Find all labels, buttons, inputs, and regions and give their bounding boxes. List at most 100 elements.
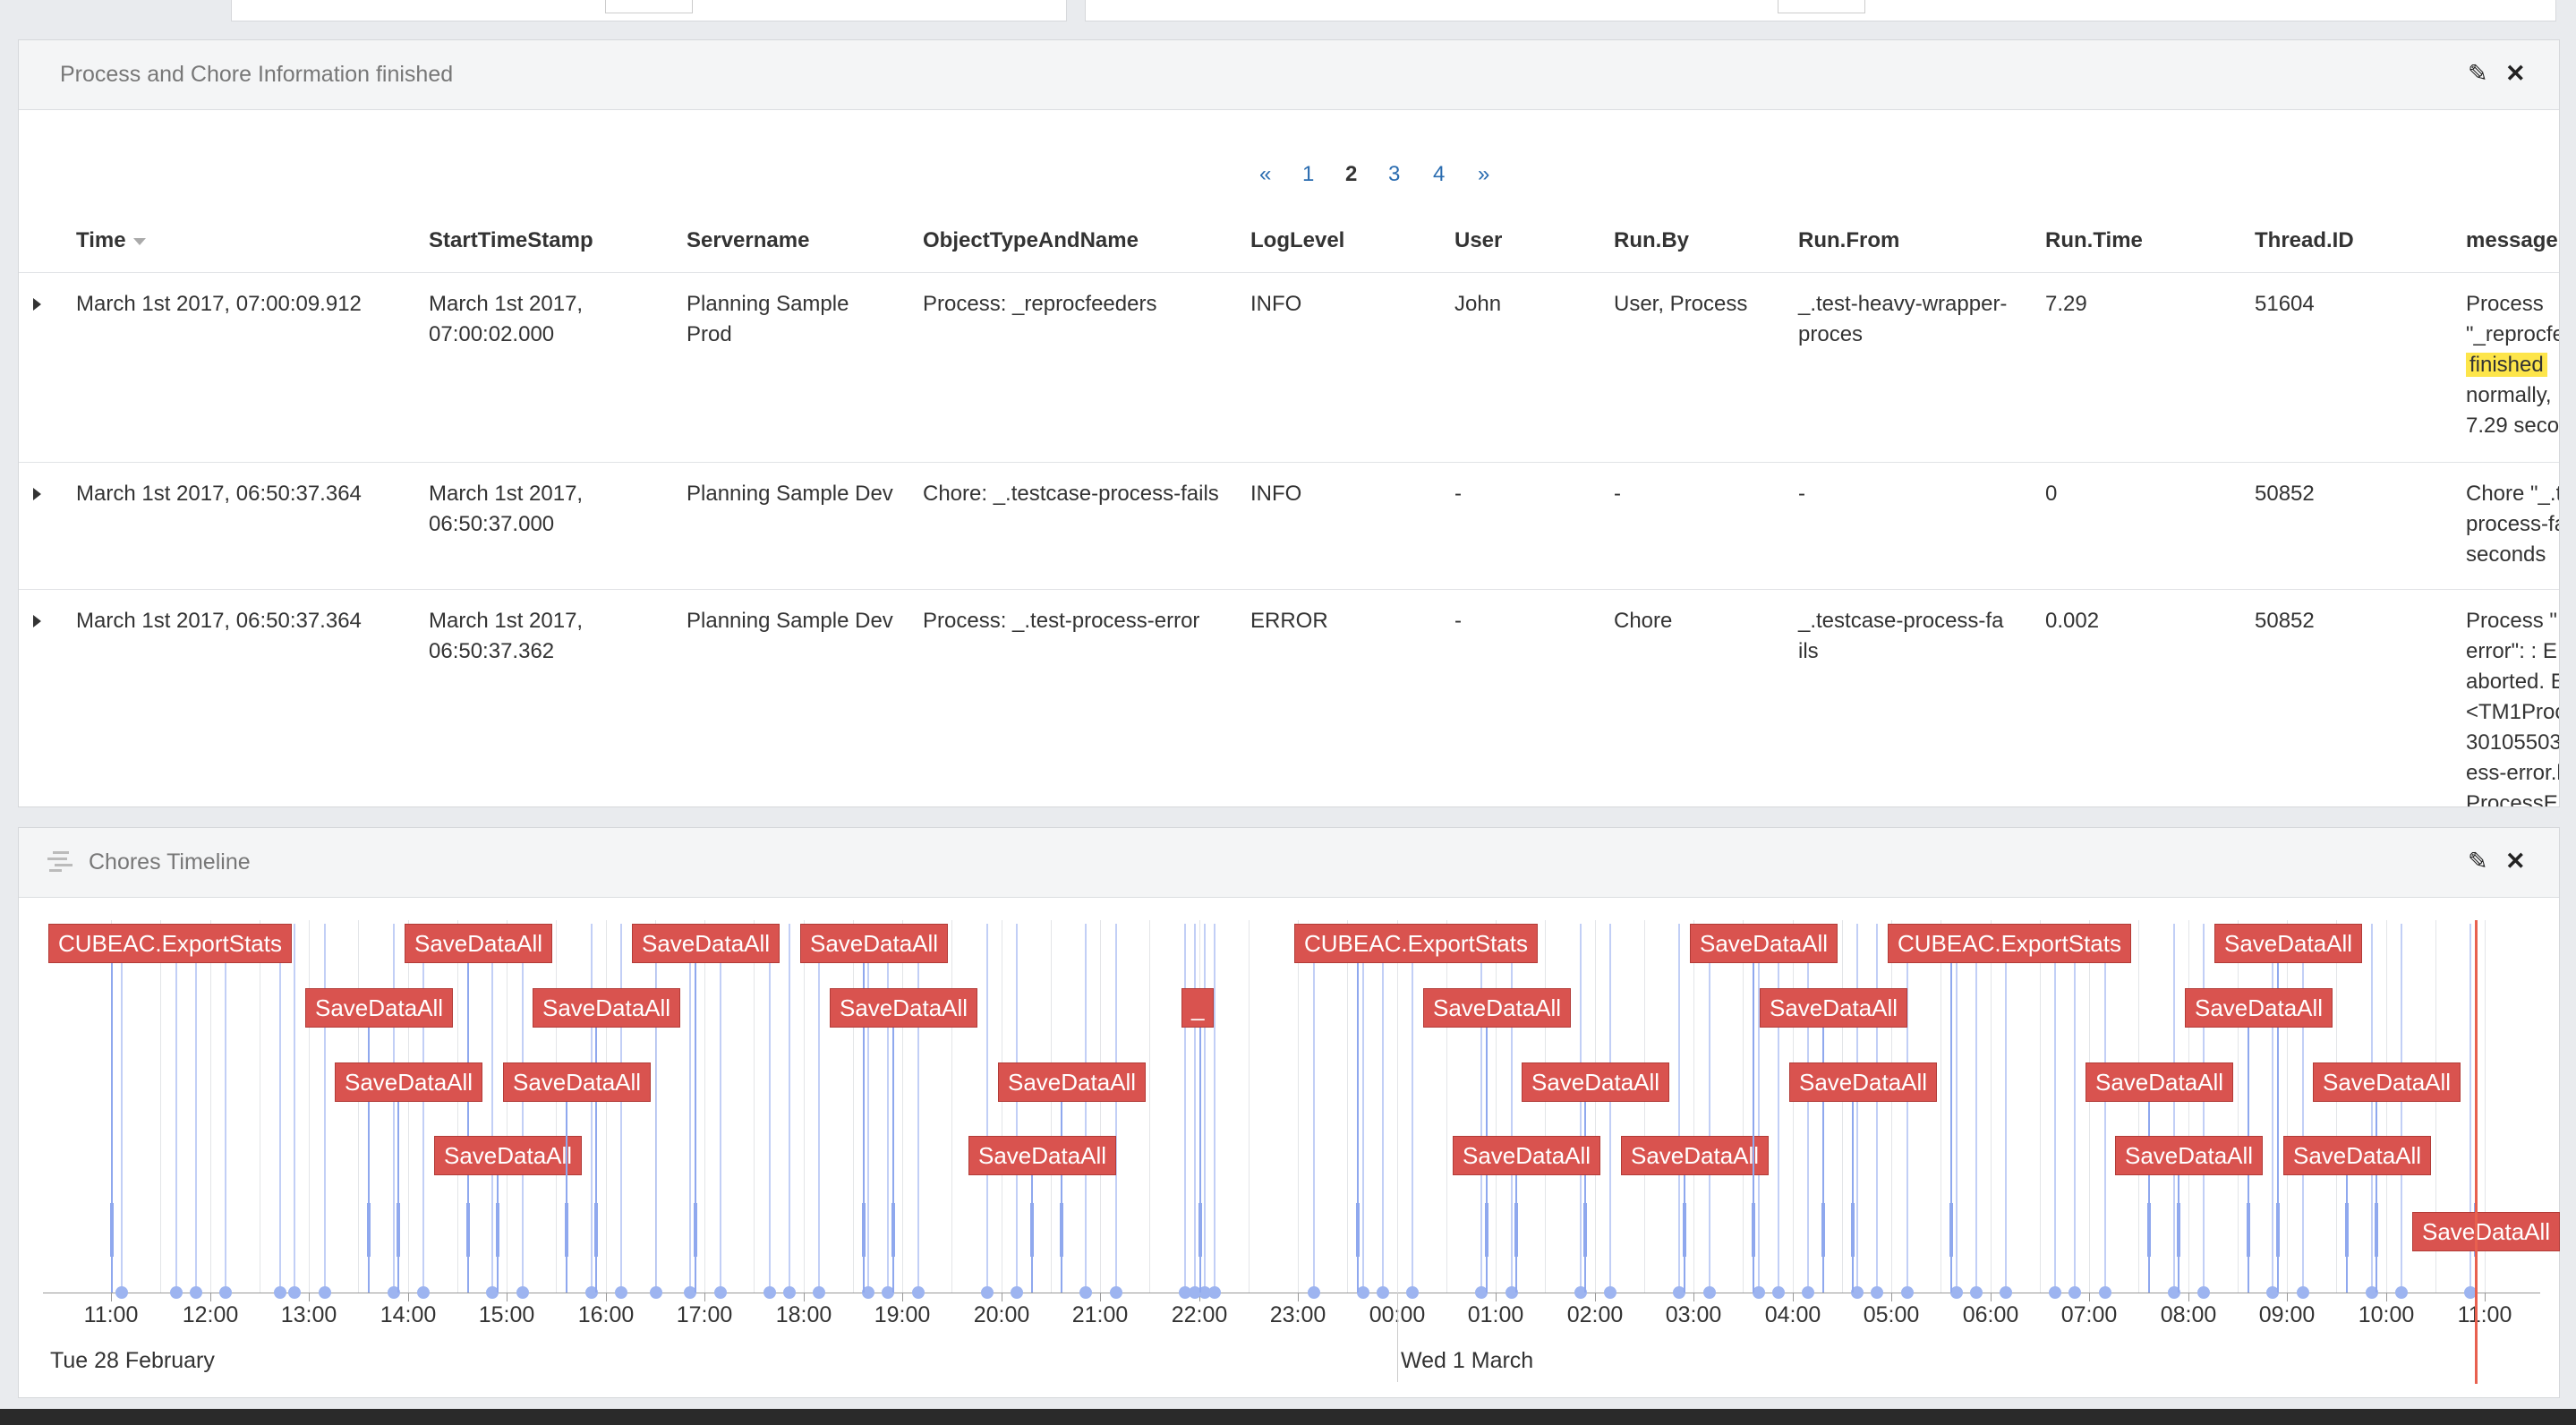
cell-threadid: 50852	[2255, 606, 2315, 636]
cell-loglevel-line: ERROR	[1250, 609, 1328, 633]
bottom-bar	[0, 1409, 2576, 1425]
cell-message-line: aborted. E	[2466, 670, 2560, 694]
column-header[interactable]: Time	[76, 228, 146, 253]
cell-runfrom: _.testcase-process-fa ils	[1798, 606, 2003, 667]
cell-starttimestamp-line: March 1st 2017,	[429, 292, 584, 316]
cell-runby-line: -	[1614, 482, 1621, 506]
column-header[interactable]: Run.By	[1614, 228, 1689, 253]
edit-icon[interactable]: ✎	[2468, 60, 2488, 87]
collapse-icon[interactable]	[605, 0, 693, 13]
cell-servername: Planning Sample Dev	[687, 606, 893, 636]
cell-object-line: Process: _reprocfeeders	[923, 292, 1157, 316]
cell-message: Process "_reprocfe finished normally, 7.29 s…	[2466, 289, 2560, 441]
cell-time: March 1st 2017, 06:50:37.364	[76, 479, 362, 509]
cell-servername-line: Prod	[687, 322, 732, 346]
cell-time: March 1st 2017, 06:50:37.364	[76, 606, 362, 636]
cell-runtime: 7.29	[2045, 289, 2087, 320]
row-divider	[19, 462, 2559, 463]
column-header[interactable]: StartTimeStamp	[429, 228, 593, 253]
cell-servername-line: Planning Sample Dev	[687, 482, 893, 506]
cell-threadid: 51604	[2255, 289, 2315, 320]
column-header[interactable]: Thread.ID	[2255, 228, 2354, 253]
cell-object-line: Process: _.test-process-error	[923, 609, 1200, 633]
cell-object: Process: _reprocfeeders	[923, 289, 1156, 320]
cell-servername: Planning Sample Prod	[687, 289, 849, 350]
row-divider	[19, 589, 2559, 590]
column-header[interactable]: User	[1454, 228, 1502, 253]
cell-message-line: seconds	[2466, 542, 2546, 567]
cell-runby: -	[1614, 479, 1621, 509]
cell-message-line: Process	[2466, 292, 2544, 316]
expand-row-icon[interactable]	[33, 298, 41, 311]
cell-runtime-line: 7.29	[2045, 292, 2087, 316]
close-icon[interactable]: ✕	[2505, 848, 2526, 875]
cell-message: Process " error": : E aborted. E <TM1Proc 30…	[2466, 606, 2560, 806]
cell-message-line: normally,	[2466, 383, 2552, 407]
column-header[interactable]: ObjectTypeAndName	[923, 228, 1139, 253]
cell-servername: Planning Sample Dev	[687, 479, 893, 509]
cell-message-line: process-fa	[2466, 512, 2560, 536]
cell-message-line: 7.29 seco	[2466, 414, 2560, 438]
cell-starttimestamp-line: 06:50:37.362	[429, 639, 555, 663]
process-info-panel: Process and Chore Information finished ✎…	[18, 39, 2560, 807]
cell-runby-line: User, Process	[1614, 292, 1748, 316]
cell-user-line: -	[1454, 609, 1462, 633]
cell-time-line: March 1st 2017, 06:50:37.364	[76, 609, 362, 633]
cell-user: -	[1454, 479, 1462, 509]
cell-message-line: <TM1Proc	[2466, 700, 2560, 724]
panel-header: Process and Chore Information finished ✎…	[19, 40, 2559, 110]
cell-starttimestamp: March 1st 2017, 06:50:37.000	[429, 479, 583, 540]
column-header[interactable]: Run.Time	[2045, 228, 2143, 253]
cell-runfrom: -	[1798, 479, 1805, 509]
cell-runfrom: _.test-heavy-wrapper-proces	[1798, 289, 2007, 350]
cell-runtime-line: 0	[2045, 482, 2058, 506]
column-header[interactable]: Servername	[687, 228, 809, 253]
cell-threadid-line: 51604	[2255, 292, 2315, 316]
column-header[interactable]: message	[2466, 228, 2558, 253]
cell-starttimestamp: March 1st 2017, 06:50:37.362	[429, 606, 583, 667]
edit-icon[interactable]: ✎	[2468, 848, 2488, 875]
cell-message-line: "_reprocfe	[2466, 322, 2560, 346]
panel-header: Chores Timeline ✎ ✕	[19, 828, 2559, 898]
expand-row-icon[interactable]	[33, 615, 41, 627]
sort-icon[interactable]	[132, 237, 146, 245]
cell-threadid: 50852	[2255, 479, 2315, 509]
cell-starttimestamp-line: 06:50:37.000	[429, 512, 555, 536]
cell-threadid-line: 50852	[2255, 609, 2315, 633]
cell-message: Chore "_.t process-fa seconds	[2466, 479, 2560, 570]
cell-message-line: 30105503	[2466, 730, 2560, 755]
timeline-icon	[47, 849, 73, 873]
cell-time: March 1st 2017, 07:00:09.912	[76, 289, 362, 320]
cell-message-line: finished	[2466, 350, 2559, 380]
cell-loglevel: INFO	[1250, 289, 1301, 320]
expand-row-icon[interactable]	[33, 488, 41, 500]
cell-message-line: Process "	[2466, 609, 2557, 633]
cell-object-line: Chore: _.testcase-process-fails	[923, 482, 1219, 506]
cell-runby-line: Chore	[1614, 609, 1673, 633]
collapse-icon[interactable]	[1778, 0, 1865, 13]
cell-message-line: Chore "_.t	[2466, 482, 2560, 506]
cell-servername-line: Planning Sample	[687, 292, 849, 316]
cell-runfrom-line: proces	[1798, 322, 1864, 346]
cell-runby: Chore	[1614, 606, 1672, 636]
cell-message-line: error": : E	[2466, 639, 2557, 663]
close-icon[interactable]: ✕	[2505, 60, 2526, 87]
chores-timeline-panel: Chores Timeline ✎ ✕	[18, 827, 2560, 1398]
page-link[interactable]: 2	[1345, 162, 1357, 187]
page-link[interactable]: «	[1259, 162, 1271, 187]
cell-time-line: March 1st 2017, 07:00:09.912	[76, 292, 362, 316]
cell-starttimestamp-line: March 1st 2017,	[429, 609, 584, 633]
cell-starttimestamp-line: 07:00:02.000	[429, 322, 555, 346]
column-header[interactable]: LogLevel	[1250, 228, 1344, 253]
cell-starttimestamp: March 1st 2017, 07:00:02.000	[429, 289, 583, 350]
page-link[interactable]: 4	[1433, 162, 1445, 187]
page-link[interactable]: 3	[1388, 162, 1400, 187]
column-header[interactable]: Run.From	[1798, 228, 1899, 253]
cell-user-line: -	[1454, 482, 1462, 506]
cell-time-line: March 1st 2017, 06:50:37.364	[76, 482, 362, 506]
page-link[interactable]: »	[1478, 162, 1489, 187]
cell-user: -	[1454, 606, 1462, 636]
cell-runfrom-line: _.testcase-process-fa	[1798, 609, 2004, 633]
cell-runfrom-line: _.test-heavy-wrapper-	[1798, 292, 2008, 316]
page-link[interactable]: 1	[1302, 162, 1314, 187]
